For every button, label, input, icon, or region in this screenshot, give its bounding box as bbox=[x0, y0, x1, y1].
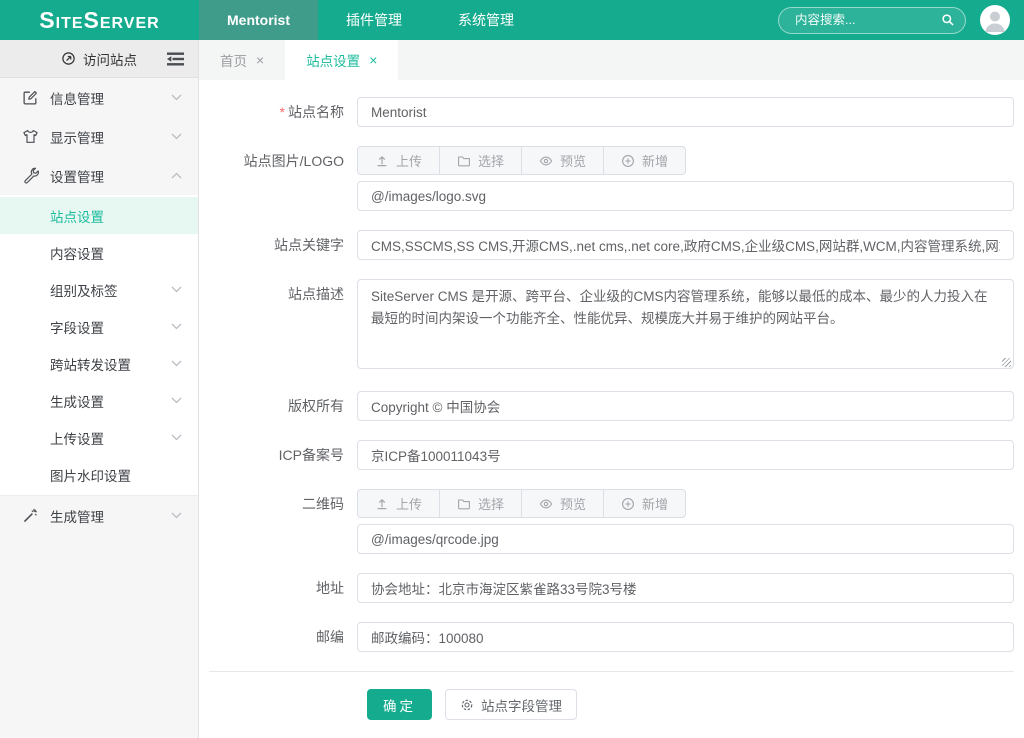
sidebar-item-generate-management[interactable]: 生成管理 bbox=[0, 496, 198, 535]
site-fields-manage-button[interactable]: 站点字段管理 bbox=[445, 689, 577, 720]
zipcode-input[interactable] bbox=[357, 622, 1014, 652]
chevron-down-icon bbox=[171, 397, 182, 404]
field-site-name: *站点名称 bbox=[199, 97, 1024, 127]
icp-input[interactable] bbox=[357, 440, 1014, 470]
sidebar-item-cross-site-forward[interactable]: 跨站转发设置 bbox=[0, 345, 198, 382]
field-address: 地址 bbox=[199, 573, 1024, 603]
wand-icon bbox=[22, 507, 39, 524]
chevron-down-icon bbox=[171, 512, 182, 519]
chevron-down-icon bbox=[171, 286, 182, 293]
field-icp: ICP备案号 bbox=[199, 440, 1024, 470]
preview-button[interactable]: 预览 bbox=[522, 490, 604, 517]
upload-icon bbox=[375, 154, 389, 168]
avatar[interactable] bbox=[980, 5, 1010, 35]
field-zipcode: 邮编 bbox=[199, 622, 1024, 652]
upload-button[interactable]: 上传 bbox=[358, 147, 440, 174]
plus-circle-icon bbox=[621, 154, 635, 168]
site-description-textarea[interactable]: SiteServer CMS 是开源、跨平台、企业级的CMS内容管理系统，能够以… bbox=[357, 279, 1014, 369]
confirm-button[interactable]: 确定 bbox=[367, 689, 432, 720]
address-input[interactable] bbox=[357, 573, 1014, 603]
sidebar-item-site-settings[interactable]: 站点设置 bbox=[0, 197, 198, 234]
chevron-down-icon bbox=[171, 133, 182, 140]
sidebar-item-display-management[interactable]: 显示管理 bbox=[0, 117, 198, 156]
field-site-description: 站点描述 SiteServer CMS 是开源、跨平台、企业级的CMS内容管理系… bbox=[199, 279, 1024, 372]
app-logo: SiteServer bbox=[0, 0, 199, 40]
search-input[interactable] bbox=[778, 7, 966, 34]
visit-site-button[interactable]: 访问站点 bbox=[0, 40, 198, 78]
field-copyright: 版权所有 bbox=[199, 391, 1024, 421]
plus-circle-icon bbox=[621, 497, 635, 511]
wrench-icon bbox=[22, 167, 39, 184]
close-icon[interactable]: × bbox=[256, 53, 264, 67]
nav-item-plugins[interactable]: 插件管理 bbox=[318, 0, 430, 40]
search-icon[interactable] bbox=[941, 13, 955, 27]
sidebar-item-content-settings[interactable]: 内容设置 bbox=[0, 234, 198, 271]
tab-site-settings[interactable]: 站点设置 × bbox=[285, 40, 398, 80]
sidebar-item-field-settings[interactable]: 字段设置 bbox=[0, 308, 198, 345]
folder-icon bbox=[457, 497, 471, 511]
nav-item-system[interactable]: 系统管理 bbox=[430, 0, 542, 40]
collapse-menu-icon[interactable] bbox=[166, 52, 185, 66]
site-logo-path-input[interactable] bbox=[357, 181, 1014, 211]
tshirt-icon bbox=[22, 128, 39, 145]
eye-icon bbox=[539, 497, 553, 511]
site-name-input[interactable] bbox=[357, 97, 1014, 127]
field-site-logo: 站点图片/LOGO 上传 选择 预览 bbox=[199, 146, 1024, 211]
app-header: SiteServer Mentorist 插件管理 系统管理 bbox=[0, 0, 1024, 40]
chevron-down-icon bbox=[171, 94, 182, 101]
field-site-keywords: 站点关键字 bbox=[199, 230, 1024, 260]
close-icon[interactable]: × bbox=[369, 53, 377, 67]
site-keywords-input[interactable] bbox=[357, 230, 1014, 260]
sidebar-item-groups-tags[interactable]: 组别及标签 bbox=[0, 271, 198, 308]
qrcode-path-input[interactable] bbox=[357, 524, 1014, 554]
chevron-up-icon bbox=[171, 172, 182, 179]
chevron-down-icon bbox=[171, 323, 182, 330]
sidebar-item-settings-management[interactable]: 设置管理 bbox=[0, 156, 198, 195]
sidebar: 访问站点 信息管理 bbox=[0, 40, 199, 738]
qrcode-upload-button-group: 上传 选择 预览 新增 bbox=[357, 489, 686, 518]
required-asterisk: * bbox=[280, 104, 285, 120]
form-footer: 确定 站点字段管理 bbox=[209, 671, 1014, 720]
chevron-down-icon bbox=[171, 360, 182, 367]
preview-button[interactable]: 预览 bbox=[522, 147, 604, 174]
main-area: 首页 × 站点设置 × *站点名称 站点图片/LOGO bbox=[199, 40, 1024, 738]
upload-button[interactable]: 上传 bbox=[358, 490, 440, 517]
content-search bbox=[778, 7, 966, 34]
copyright-input[interactable] bbox=[357, 391, 1014, 421]
sidebar-item-info-management[interactable]: 信息管理 bbox=[0, 78, 198, 117]
top-navigation: Mentorist 插件管理 系统管理 bbox=[199, 0, 542, 40]
folder-icon bbox=[457, 154, 471, 168]
add-button[interactable]: 新增 bbox=[604, 147, 685, 174]
settings-submenu: 站点设置 内容设置 组别及标签 字段设置 bbox=[0, 195, 198, 496]
sidebar-item-generate-settings[interactable]: 生成设置 bbox=[0, 382, 198, 419]
field-qrcode: 二维码 上传 选择 预览 bbox=[199, 489, 1024, 554]
site-settings-form: *站点名称 站点图片/LOGO 上传 bbox=[199, 80, 1024, 738]
edit-icon bbox=[22, 89, 39, 106]
logo-upload-button-group: 上传 选择 预览 新增 bbox=[357, 146, 686, 175]
resize-handle[interactable] bbox=[1002, 358, 1011, 367]
tab-home[interactable]: 首页 × bbox=[199, 40, 285, 80]
choose-button[interactable]: 选择 bbox=[440, 147, 522, 174]
gear-icon bbox=[460, 698, 474, 712]
eye-icon bbox=[539, 154, 553, 168]
add-button[interactable]: 新增 bbox=[604, 490, 685, 517]
sidebar-item-upload-settings[interactable]: 上传设置 bbox=[0, 419, 198, 456]
chevron-down-icon bbox=[171, 434, 182, 441]
sidebar-menu: 信息管理 显示管理 设置管理 bbox=[0, 78, 198, 738]
user-icon bbox=[980, 5, 1010, 35]
sidebar-item-watermark-settings[interactable]: 图片水印设置 bbox=[0, 456, 198, 493]
header-right bbox=[778, 0, 1024, 40]
choose-button[interactable]: 选择 bbox=[440, 490, 522, 517]
upload-icon bbox=[375, 497, 389, 511]
nav-item-site[interactable]: Mentorist bbox=[199, 0, 318, 40]
tab-bar: 首页 × 站点设置 × bbox=[199, 40, 1024, 80]
visit-site-icon bbox=[61, 51, 76, 66]
